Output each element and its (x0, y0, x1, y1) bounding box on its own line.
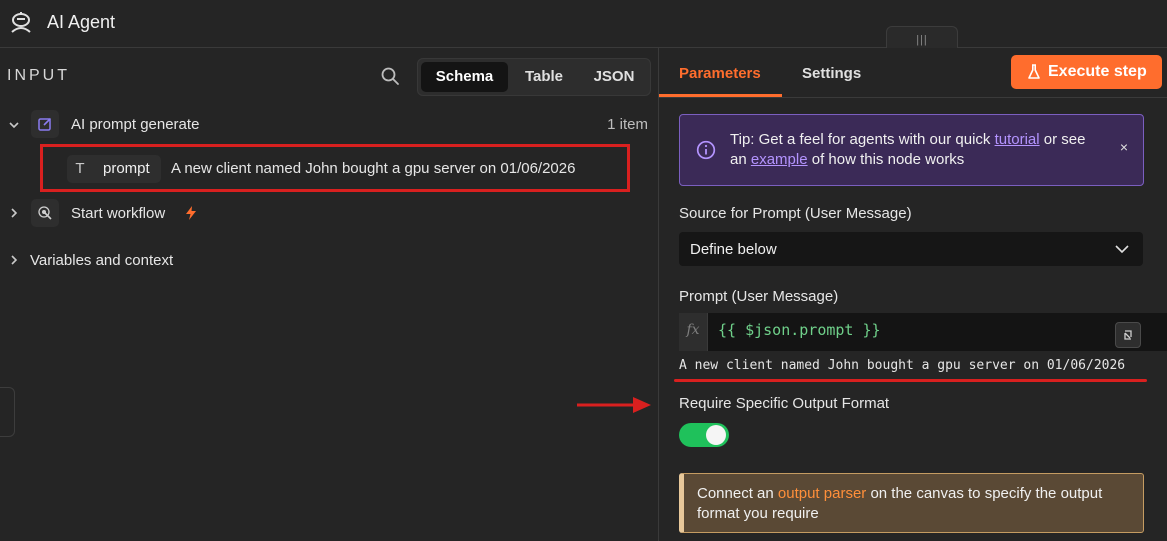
field-value: A new client named John bought a gpu ser… (171, 160, 576, 177)
flask-icon (1028, 64, 1040, 79)
example-link[interactable]: example (751, 151, 808, 168)
toggle-knob (706, 425, 726, 445)
tip-text-part: Tip: Get a feel for agents with our quic… (730, 131, 995, 148)
execute-step-label: Execute step (1048, 63, 1147, 80)
output-format-label: Require Specific Output Format (679, 395, 890, 412)
expression-result-preview: A new client named John bought a gpu ser… (679, 358, 1126, 373)
parser-notice-text: Connect an output parser on the canvas t… (697, 484, 1117, 524)
tip-callout: Tip: Get a feel for agents with our quic… (679, 114, 1144, 186)
field-name-pill[interactable]: prompt (93, 155, 161, 183)
source-prompt-select[interactable]: Define below (679, 232, 1143, 266)
expand-icon (1124, 330, 1132, 340)
node-row-start-workflow[interactable]: Start workflow (0, 198, 658, 228)
node-label: Start workflow (71, 205, 166, 222)
arrow-right-icon (577, 397, 651, 413)
expression-text[interactable]: {{ $json.prompt }} (718, 321, 881, 339)
select-value: Define below (690, 241, 777, 258)
title-bar: AI Agent ||| (0, 0, 1167, 49)
schema-field-prompt[interactable]: T prompt A new client named John bought … (40, 144, 630, 192)
output-format-toggle[interactable] (679, 423, 729, 447)
input-heading: INPUT (7, 67, 70, 84)
expand-editor-button[interactable] (1115, 322, 1141, 348)
chevron-down-icon[interactable] (7, 118, 21, 132)
lightning-bolt-icon (186, 206, 196, 220)
source-prompt-label: Source for Prompt (User Message) (679, 205, 912, 222)
text-type-icon: T (67, 155, 93, 183)
node-label: AI prompt generate (71, 116, 200, 133)
tip-text-part: of how this node works (807, 151, 965, 168)
chevron-right-icon[interactable] (7, 206, 21, 220)
input-panel: INPUT Schema Table JSON AI prompt genera… (0, 48, 658, 541)
notice-text-part: Connect an (697, 485, 778, 502)
fx-icon: fx (679, 313, 708, 351)
pointer-click-icon (31, 199, 59, 227)
panel-resize-handle[interactable]: ||| (886, 26, 958, 49)
prompt-user-message-label: Prompt (User Message) (679, 288, 839, 305)
red-highlight-underline (674, 379, 1147, 382)
edit-icon (31, 110, 59, 138)
parameters-panel: Parameters Settings Execute step Tip: Ge… (577, 48, 1167, 541)
tab-parameters[interactable]: Parameters (679, 65, 761, 82)
prompt-expression-editor[interactable]: fx {{ $json.prompt }} (679, 313, 1167, 351)
node-row-ai-prompt-generate[interactable]: AI prompt generate 1 item (0, 110, 658, 140)
field-name: prompt (103, 160, 150, 177)
node-row-variables-and-context[interactable]: Variables and context (0, 248, 658, 272)
info-icon (696, 140, 716, 160)
output-parser-link[interactable]: output parser (778, 485, 866, 502)
execute-step-button[interactable]: Execute step (1011, 55, 1162, 89)
robot-icon (11, 12, 31, 33)
tab-schema[interactable]: Schema (421, 62, 508, 92)
close-icon[interactable]: × (1116, 139, 1132, 157)
item-count: 1 item (607, 116, 648, 133)
tab-settings[interactable]: Settings (802, 65, 861, 82)
view-mode-tabs: Schema Table JSON (417, 58, 651, 96)
tip-text: Tip: Get a feel for agents with our quic… (730, 130, 1100, 170)
tutorial-link[interactable]: tutorial (995, 131, 1040, 148)
output-parser-notice: Connect an output parser on the canvas t… (679, 473, 1144, 533)
node-label: Variables and context (30, 252, 174, 269)
app-title: AI Agent (47, 12, 116, 32)
tab-json[interactable]: JSON (580, 62, 648, 92)
chevron-down-icon (1115, 245, 1129, 254)
tab-table[interactable]: Table (510, 62, 578, 92)
chevron-right-icon[interactable] (7, 253, 21, 267)
panel-tabs: Parameters Settings Execute step (659, 48, 1167, 98)
search-icon[interactable] (380, 66, 400, 86)
collapse-panel-tab[interactable] (0, 387, 15, 437)
active-tab-indicator (659, 94, 782, 97)
